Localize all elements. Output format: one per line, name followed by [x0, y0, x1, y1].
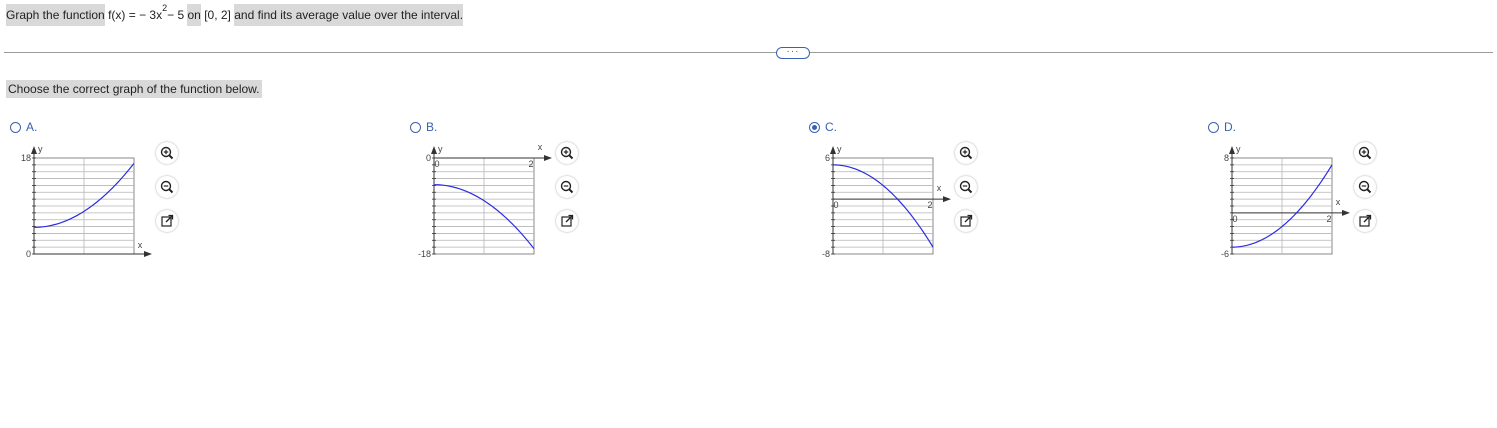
- y-axis-arrow: [830, 146, 836, 154]
- y-axis-arrow: [1229, 146, 1235, 154]
- zoom-in-icon: [959, 146, 973, 160]
- option-c: C. y 6 -8 0 2 x: [809, 118, 1009, 278]
- y-axis-label: y: [1236, 144, 1241, 154]
- zoom-out-button[interactable]: [156, 176, 178, 198]
- zoom-out-button[interactable]: [1354, 176, 1376, 198]
- zoom-out-button[interactable]: [556, 176, 578, 198]
- open-new-window-button[interactable]: [156, 210, 178, 232]
- zoom-in-button[interactable]: [156, 142, 178, 164]
- zoom-out-icon: [1358, 180, 1372, 194]
- x-zero-label: 0: [31, 257, 36, 258]
- y-max-label: 6: [825, 153, 830, 163]
- question-text: Graph the function f(x) = − 3x2 − 5 on […: [6, 3, 464, 26]
- option-b-graph: y0-180 2x: [418, 142, 552, 258]
- y-min-label: 0: [26, 249, 31, 258]
- option-d-label: D.: [1224, 120, 1236, 134]
- zoom-out-icon: [959, 180, 973, 194]
- option-a-graph: y 18 00 2 x: [21, 144, 152, 258]
- y-axis-label: y: [837, 144, 842, 154]
- x-axis-label: x: [138, 240, 143, 250]
- open-new-window-icon: [561, 214, 574, 227]
- x-two-label: 2: [528, 159, 533, 169]
- y-max-label: 0: [426, 153, 431, 163]
- question-part-end: and find its average value over the inte…: [234, 4, 464, 26]
- open-new-window-button[interactable]: [556, 210, 578, 232]
- y-axis-label: y: [38, 144, 43, 154]
- open-new-window-icon: [161, 214, 174, 227]
- x-two-label: 2: [1326, 214, 1331, 224]
- option-c-radio[interactable]: [809, 121, 820, 133]
- option-b-select[interactable]: B.: [410, 118, 437, 136]
- option-d: D. y 8 -6 0 2 x: [1208, 118, 1408, 278]
- zoom-in-button[interactable]: [955, 142, 977, 164]
- option-a-radio[interactable]: [10, 121, 21, 133]
- question-function: f(x) = − 3x2 − 5: [108, 3, 185, 26]
- more-button[interactable]: ···: [776, 47, 810, 59]
- option-b-label: B.: [426, 120, 438, 134]
- question-function-tail: − 5: [167, 8, 185, 22]
- x-axis-arrow: [544, 155, 552, 161]
- option-d-graph: y8 -6 0 2x: [1221, 144, 1350, 258]
- question-part-on: on: [187, 4, 201, 26]
- option-c-select[interactable]: C.: [809, 118, 837, 136]
- y-min-label: -18: [418, 249, 431, 258]
- x-axis-label: x: [1336, 197, 1341, 207]
- option-c-graph: y6 -8 0 2x: [822, 144, 951, 258]
- x-axis-label: x: [538, 142, 543, 152]
- option-a-label: A.: [26, 120, 38, 134]
- option-b-radio[interactable]: [410, 121, 421, 133]
- option-d-select[interactable]: D.: [1208, 118, 1236, 136]
- option-a: A.y 18 00 2 x: [10, 118, 210, 278]
- y-axis-label: y: [438, 144, 443, 154]
- option-b: B. y 0 -18 0 2 x: [410, 118, 610, 278]
- zoom-in-icon: [560, 146, 574, 160]
- open-new-window-button[interactable]: [1354, 210, 1376, 232]
- question-interval: [0, 2]: [204, 8, 231, 22]
- x-axis-arrow: [1342, 209, 1350, 216]
- option-a-select[interactable]: A.: [10, 118, 37, 136]
- x-axis-arrow: [943, 196, 951, 203]
- y-min-label: -8: [822, 249, 830, 258]
- zoom-in-button[interactable]: [1354, 142, 1376, 164]
- y-min-label: -6: [1221, 249, 1229, 258]
- section-divider: [4, 52, 1493, 53]
- y-axis-arrow: [431, 146, 437, 154]
- x-zero-label: 0: [434, 159, 439, 169]
- zoom-out-icon: [160, 180, 174, 194]
- x-zero-label: 0: [833, 200, 838, 210]
- question-function-exponent: 2: [162, 3, 168, 13]
- x-two-label: 2: [927, 200, 932, 210]
- x-zero-label: 0: [1232, 214, 1237, 224]
- x-axis-label: x: [937, 183, 942, 193]
- instruction-text: Choose the correct graph of the function…: [6, 80, 262, 98]
- zoom-in-button[interactable]: [556, 142, 578, 164]
- option-c-label: C.: [825, 120, 837, 134]
- question-function-main: f(x) = − 3x: [108, 8, 163, 22]
- zoom-out-button[interactable]: [955, 176, 977, 198]
- y-max-label: 18: [21, 153, 31, 163]
- y-max-label: 8: [1224, 153, 1229, 163]
- open-new-window-icon: [1359, 214, 1372, 227]
- zoom-out-icon: [560, 180, 574, 194]
- zoom-in-icon: [160, 146, 174, 160]
- y-axis-arrow: [31, 146, 37, 154]
- x-axis-arrow: [144, 251, 152, 257]
- zoom-in-icon: [1358, 146, 1372, 160]
- x-two-label: 2: [131, 257, 136, 258]
- open-new-window-icon: [960, 214, 973, 227]
- question-part-1: Graph the function: [6, 4, 105, 26]
- open-new-window-button[interactable]: [955, 210, 977, 232]
- option-d-radio[interactable]: [1208, 121, 1219, 133]
